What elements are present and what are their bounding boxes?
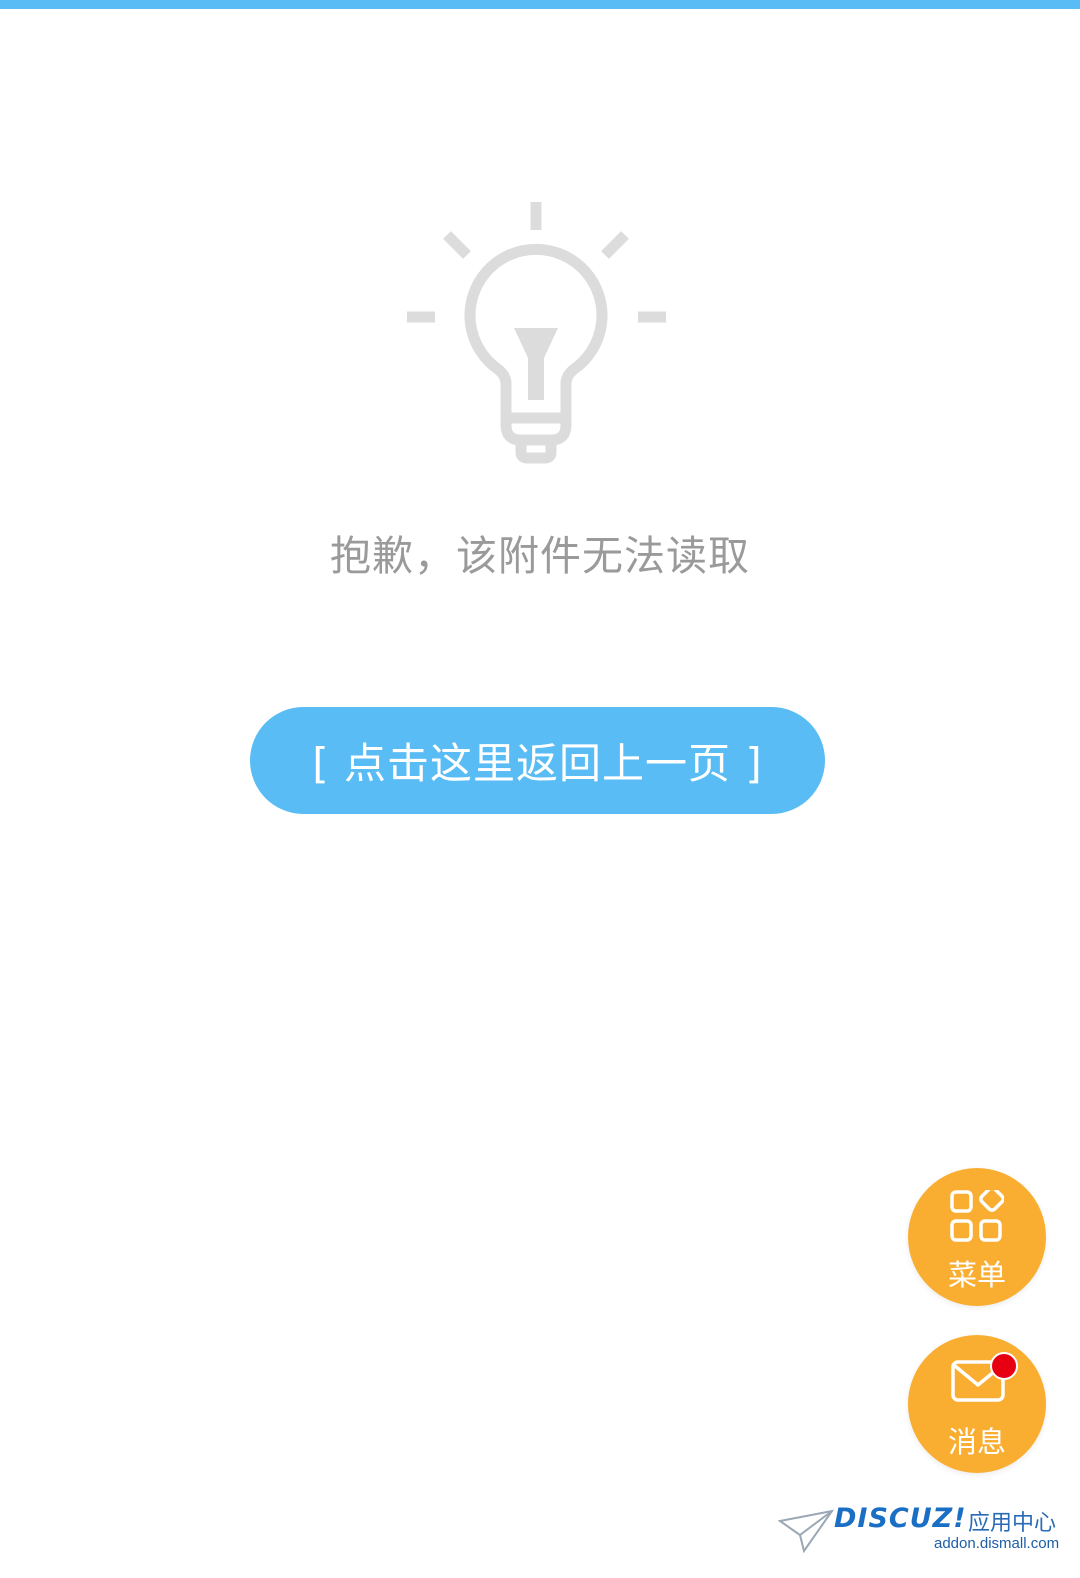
watermark: DISCUZ! 应用中心 addon.dismall.com: [778, 1503, 1068, 1563]
menu-label: 菜单: [947, 1258, 1006, 1292]
messages-button[interactable]: 消息: [908, 1335, 1046, 1473]
paper-plane-icon: [778, 1509, 834, 1553]
watermark-center: 应用中心: [968, 1511, 1057, 1536]
watermark-url: addon.dismall.com: [934, 1535, 1060, 1552]
unread-badge: [990, 1352, 1018, 1380]
lightbulb-icon: [407, 202, 666, 464]
grid-icon: [950, 1190, 1004, 1242]
menu-button[interactable]: 菜单: [908, 1168, 1046, 1306]
error-message: 抱歉，该附件无法读取: [330, 532, 750, 580]
watermark-logo: DISCUZ!: [834, 1503, 967, 1534]
top-bar: [0, 0, 1080, 9]
back-button[interactable]: [ 点击这里返回上一页 ]: [250, 707, 825, 814]
page: 抱歉，该附件无法读取 [ 点击这里返回上一页 ] 菜单 消息 DISCUZ! 应…: [0, 0, 1080, 1578]
messages-label: 消息: [947, 1425, 1006, 1459]
